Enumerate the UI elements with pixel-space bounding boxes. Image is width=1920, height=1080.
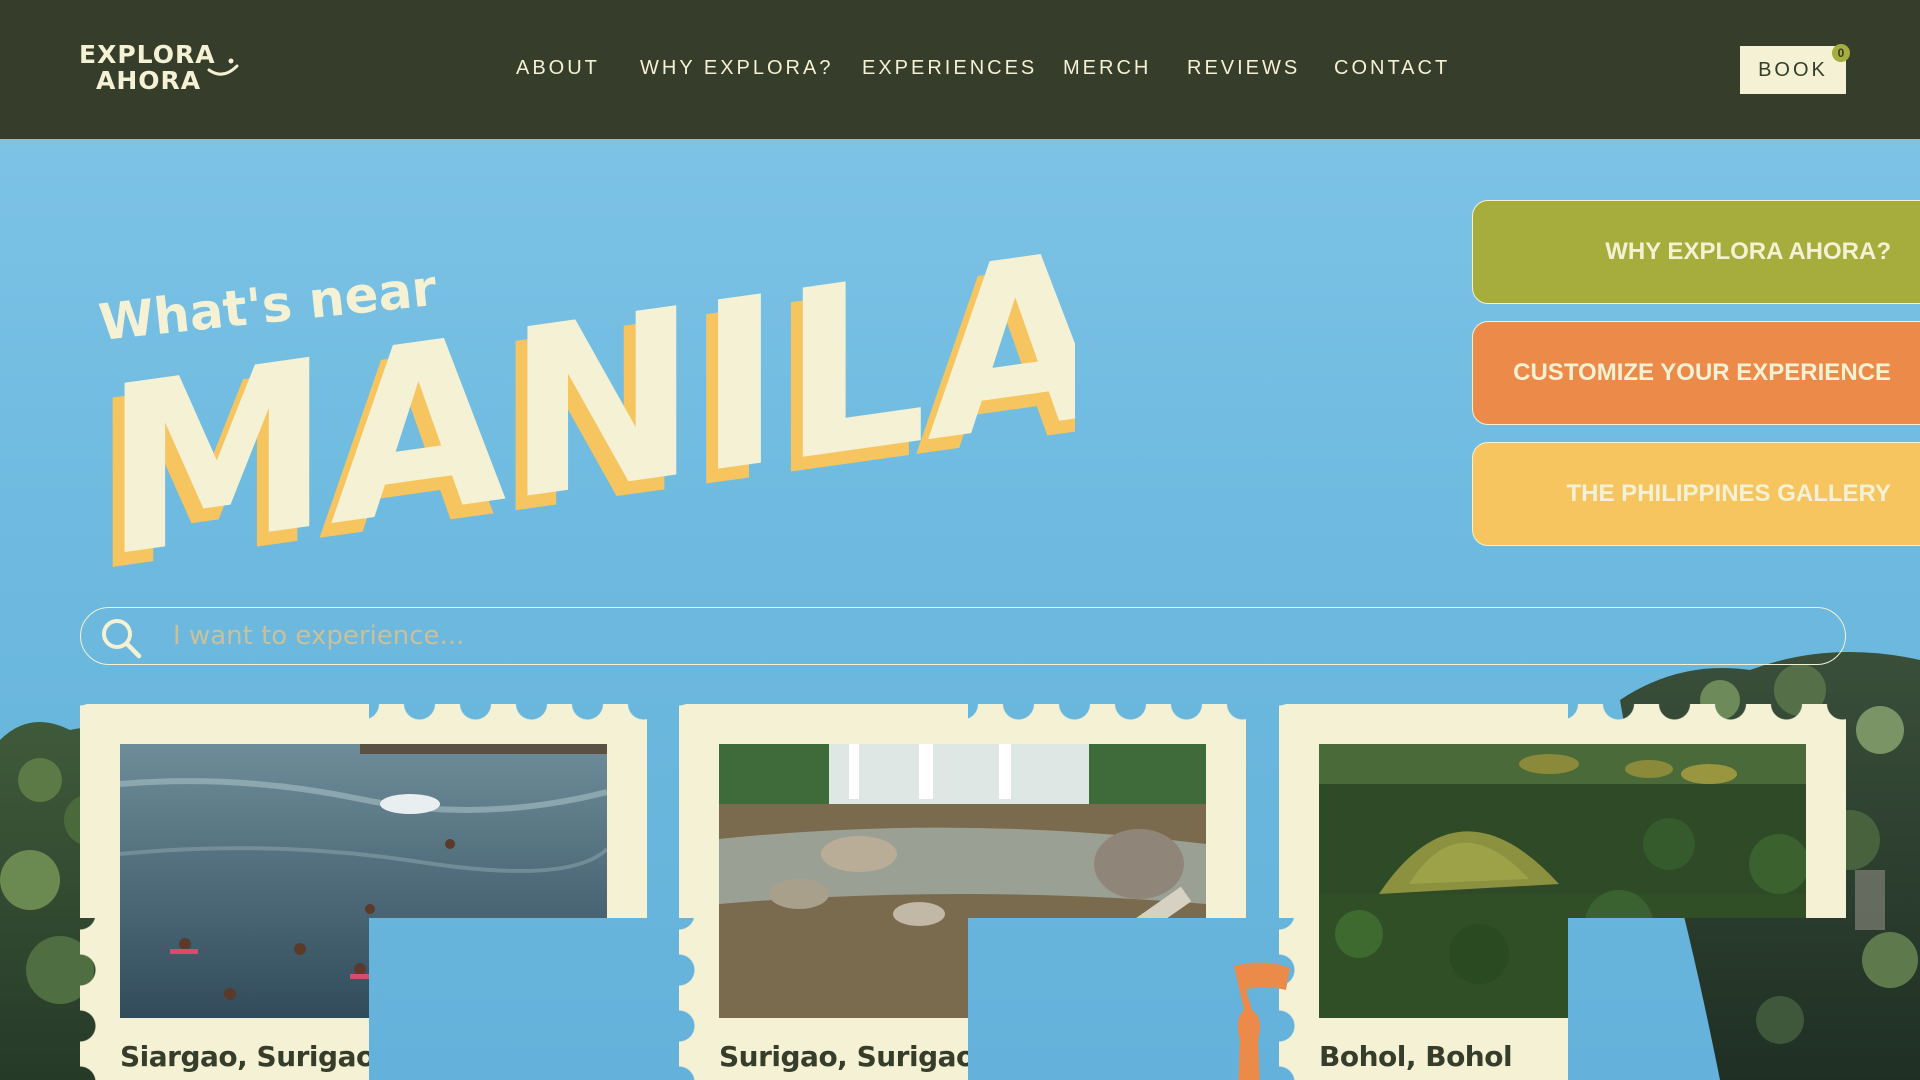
philippines-gallery-tab[interactable]: THE PHILIPPINES GALLERY bbox=[1472, 442, 1920, 546]
destination-rating: 4.8 bbox=[1739, 1042, 1806, 1072]
surfers-in-ocean-image bbox=[120, 744, 607, 1018]
nav-about[interactable]: ABOUT bbox=[516, 57, 600, 80]
book-button[interactable]: BOOK bbox=[1740, 46, 1846, 94]
nav-why-explora[interactable]: WHY EXPLORA? bbox=[640, 57, 833, 80]
destination-photo bbox=[1319, 744, 1806, 1018]
waterfall-river-rocks-image bbox=[719, 744, 1206, 1018]
search-icon[interactable] bbox=[99, 616, 143, 660]
search-input[interactable] bbox=[173, 614, 1773, 658]
rating-value: 4.8 bbox=[1176, 1045, 1206, 1068]
star-icon bbox=[1141, 1044, 1167, 1069]
rating-value: 4.8 bbox=[577, 1045, 607, 1068]
nav-contact[interactable]: CONTACT bbox=[1334, 57, 1450, 80]
chocolate-hills-image bbox=[1319, 744, 1806, 1018]
destination-photo bbox=[120, 744, 607, 1018]
nav-merch[interactable]: MERCH bbox=[1063, 57, 1151, 80]
hero-headline: What's near MANILA MANILA bbox=[95, 240, 1075, 580]
destination-photo bbox=[719, 744, 1206, 1018]
destination-card-bohol[interactable]: Bohol, Bohol 4.8 bbox=[1279, 704, 1846, 1080]
destination-rating: 4.8 bbox=[540, 1042, 607, 1072]
destination-card-siargao[interactable]: Siargao, Surigao del Norte 4.8 bbox=[80, 704, 647, 1080]
star-icon bbox=[1741, 1044, 1767, 1069]
book-count-badge: 0 bbox=[1832, 44, 1850, 62]
destination-name: Bohol, Bohol bbox=[1319, 1040, 1513, 1073]
why-explora-tab[interactable]: WHY EXPLORA AHORA? bbox=[1472, 200, 1920, 304]
nav-experiences[interactable]: EXPERIENCES bbox=[862, 57, 1037, 80]
rating-value: 4.8 bbox=[1776, 1045, 1806, 1068]
destination-name: Siargao, Surigao del Norte bbox=[120, 1040, 527, 1073]
destination-name: Surigao, Surigao bbox=[719, 1040, 975, 1073]
destination-rating: 4.8 bbox=[1139, 1042, 1206, 1072]
orange-wave-decoration bbox=[1234, 962, 1290, 1080]
main-nav: ABOUT WHY EXPLORA? EXPERIENCES MERCH REV… bbox=[0, 0, 1920, 139]
search-bar bbox=[80, 607, 1846, 665]
destination-card-surigao[interactable]: Surigao, Surigao 4.8 bbox=[679, 704, 1246, 1080]
star-icon bbox=[542, 1044, 568, 1069]
nav-reviews[interactable]: REVIEWS bbox=[1187, 57, 1300, 80]
customize-experience-tab[interactable]: CUSTOMIZE YOUR EXPERIENCE bbox=[1472, 321, 1920, 425]
site-header: EXPLORA AHORA ABOUT WHY EXPLORA? EXPERIE… bbox=[0, 0, 1920, 139]
